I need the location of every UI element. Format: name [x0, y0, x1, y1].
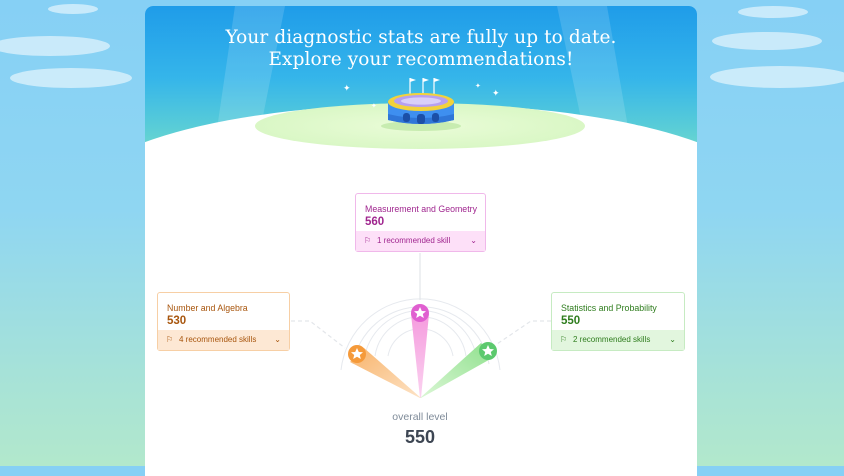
connector-line	[496, 320, 551, 345]
domain-score: 530	[167, 315, 187, 327]
domain-name: Statistics and Probability	[561, 303, 657, 313]
recommended-skills-toggle[interactable]: ⚐ 1 recommended skill ⌄	[356, 231, 485, 251]
star-icon	[411, 304, 429, 322]
domain-name: Measurement and Geometry	[365, 204, 477, 214]
domain-score: 560	[365, 216, 385, 228]
chevron-down-icon[interactable]: ⌄	[274, 330, 281, 350]
chevron-down-icon[interactable]: ⌄	[669, 330, 676, 350]
recommend-flag-icon: ⚐	[560, 335, 568, 344]
overall-level-label: overall level	[392, 411, 448, 423]
star-icon	[348, 345, 366, 363]
spoke-measurement-geometry	[411, 314, 429, 398]
domain-card-statistics-probability: Statistics and Probability 550 ⚐ 2 recom…	[551, 292, 685, 351]
recommend-flag-icon: ⚐	[166, 335, 174, 344]
connector-line	[291, 320, 346, 349]
overall-level-value: 550	[404, 427, 436, 447]
recommended-skills-toggle[interactable]: ⚐ 4 recommended skills ⌄	[158, 330, 289, 350]
recommended-skills-label: 2 recommended skills	[573, 335, 651, 344]
chevron-down-icon[interactable]: ⌄	[470, 231, 477, 251]
recommended-skills-label: 1 recommended skill	[377, 236, 451, 245]
domain-card-number-algebra: Number and Algebra 530 ⚐ 4 recommended s…	[157, 292, 290, 351]
domain-name: Number and Algebra	[167, 303, 248, 313]
recommended-skills-label: 4 recommended skills	[179, 335, 257, 344]
star-icon	[479, 342, 497, 360]
domain-card-measurement-geometry: Measurement and Geometry 560 ⚐ 1 recomme…	[355, 193, 486, 252]
recommended-skills-toggle[interactable]: ⚐ 2 recommended skills ⌄	[552, 330, 684, 350]
domain-score: 550	[561, 315, 581, 327]
recommend-flag-icon: ⚐	[364, 236, 372, 245]
